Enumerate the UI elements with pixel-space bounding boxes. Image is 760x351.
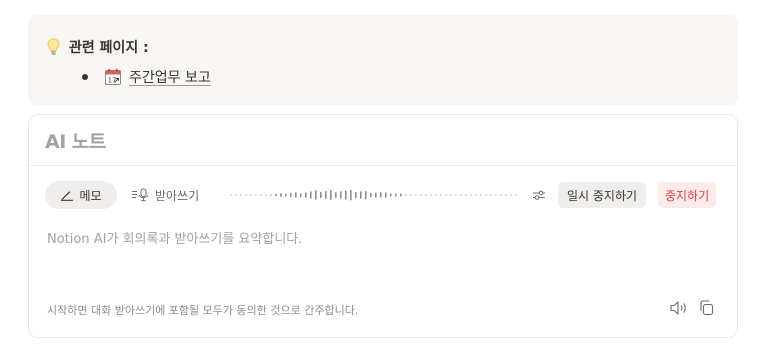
waveform-bar: [355, 191, 357, 199]
waveform-bar: [260, 194, 262, 196]
waveform-bar: [375, 192, 377, 198]
waveform-bar: [500, 194, 502, 196]
waveform-bar: [230, 194, 232, 196]
waveform-bar: [510, 194, 512, 196]
waveform-bar: [405, 194, 407, 196]
waveform-bar: [270, 194, 272, 196]
summary-hint: Notion AI가 회의록과 받아쓰기를 요약합니다.: [47, 232, 303, 247]
waveform-bar: [465, 194, 467, 196]
waveform-bar: [250, 194, 252, 196]
tab-transcript[interactable]: 받아쓰기: [131, 181, 199, 209]
waveform-bar: [235, 194, 237, 196]
waveform-bar: [475, 194, 477, 196]
ai-notes-toolbar: 메모 받아쓰기 일시 중지하기 중지하기: [45, 181, 723, 209]
waveform-bar: [495, 194, 497, 196]
consent-notice: 시작하면 대화 받아쓰기에 포함될 모두가 동의한 것으로 간주합니다.: [47, 304, 359, 317]
waveform-bar: [335, 192, 337, 198]
waveform-bar: [430, 194, 432, 196]
transcript-icon: [132, 188, 148, 202]
waveform-bar: [455, 194, 457, 196]
waveform-bar: [295, 192, 297, 198]
waveform-bar: [440, 194, 442, 196]
waveform-bar: [350, 189, 352, 201]
stop-button[interactable]: 중지하기: [658, 182, 717, 208]
audio-waveform: [230, 189, 517, 201]
waveform-bar: [415, 194, 417, 196]
waveform-bar: [380, 192, 382, 198]
waveform-bar: [360, 191, 362, 199]
waveform-bar: [490, 194, 492, 196]
copy-button[interactable]: [697, 299, 717, 317]
waveform-bar: [340, 191, 342, 199]
waveform-bar: [245, 194, 247, 196]
waveform-bar: [425, 194, 427, 196]
related-page-item[interactable]: 17 주간업무 보고: [82, 67, 211, 87]
pause-button[interactable]: 일시 중지하기: [558, 182, 647, 208]
waveform-bar: [265, 194, 267, 196]
waveform-bar: [400, 193, 402, 197]
ai-notes-title[interactable]: AI 노트: [45, 127, 106, 154]
lightbulb-icon: [47, 38, 60, 56]
waveform-bar: [470, 194, 472, 196]
waveform-bar: [435, 194, 437, 196]
waveform-bar: [480, 194, 482, 196]
waveform-bar: [315, 190, 317, 200]
waveform-bar: [370, 192, 372, 198]
callout-header: 관련 페이지 :: [47, 37, 149, 57]
waveform-bar: [330, 190, 332, 201]
waveform-bar: [505, 194, 507, 196]
waveform-bar: [385, 192, 387, 198]
waveform-bar: [305, 192, 307, 198]
svg-text:17: 17: [108, 77, 117, 85]
settings-button[interactable]: [529, 185, 549, 205]
waveform-bar: [420, 194, 422, 196]
waveform-bar: [445, 194, 447, 196]
pencil-icon: [61, 191, 74, 201]
waveform-bar: [280, 193, 282, 197]
divider: [29, 165, 737, 166]
waveform-bar: [275, 193, 277, 197]
copy-icon: [700, 300, 714, 316]
related-pages-callout: 관련 페이지 : 17 주간업무 보고: [28, 15, 738, 105]
bullet-dot: [82, 74, 88, 80]
waveform-bar: [290, 192, 292, 198]
waveform-bar: [240, 194, 242, 196]
calendar-page-icon: 17: [104, 68, 122, 86]
waveform-bar: [395, 193, 397, 197]
waveform-bar: [450, 194, 452, 196]
waveform-bar: [390, 193, 392, 197]
waveform-bar: [515, 194, 517, 196]
waveform-bar: [460, 194, 462, 196]
tab-memo-label: 메모: [79, 188, 102, 203]
related-page-link[interactable]: 주간업무 보고: [129, 67, 211, 87]
waveform-bar: [255, 194, 257, 196]
callout-title: 관련 페이지 :: [69, 40, 149, 56]
tab-memo[interactable]: 메모: [45, 181, 117, 209]
speaker-icon: [670, 301, 686, 315]
waveform-bar: [310, 191, 312, 199]
waveform-bar: [410, 194, 412, 196]
sliders-icon: [533, 190, 545, 200]
speaker-button[interactable]: [669, 299, 689, 317]
waveform-bar: [345, 190, 347, 200]
waveform-bar: [365, 190, 367, 200]
waveform-bar: [320, 191, 322, 199]
waveform-bar: [325, 190, 327, 199]
waveform-bar: [285, 193, 287, 197]
tab-transcript-label: 받아쓰기: [155, 188, 200, 203]
waveform-bar: [300, 193, 302, 197]
ai-notes-block: AI 노트 메모 받아쓰기 일시 중지하기 중지하기 Notion AI가 회의…: [28, 114, 738, 338]
waveform-bar: [485, 194, 487, 196]
